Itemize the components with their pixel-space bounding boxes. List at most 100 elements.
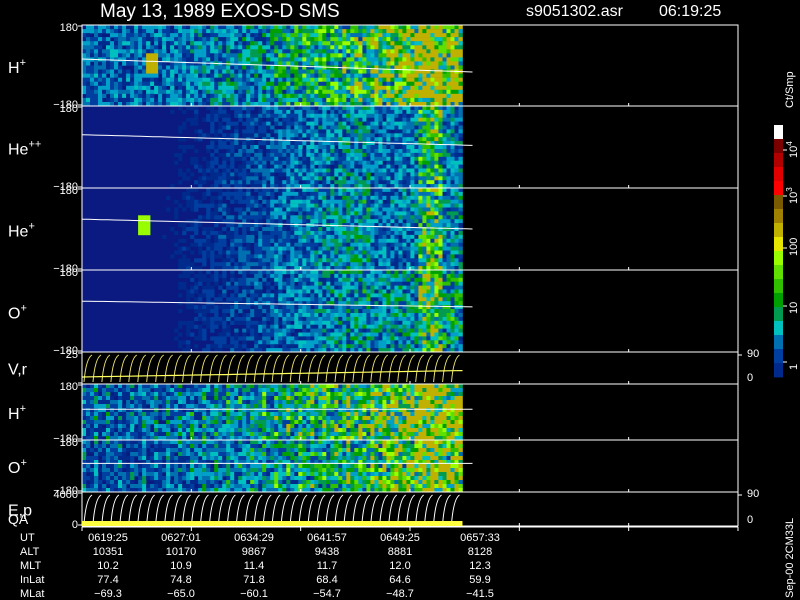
spectrogram-cell [330,254,335,259]
spectrogram-cell [362,258,367,263]
spectrogram-cell [82,81,87,86]
spectrogram-cell [258,149,263,154]
spectrogram-cell [210,262,215,267]
spectrogram-cell [246,320,251,325]
spectrogram-cell [350,172,355,177]
spectrogram-cell [446,203,451,208]
spectrogram-cell [226,152,231,158]
spectrogram-cell [422,25,427,30]
spectrogram-cell [190,234,195,240]
spectrogram-cell [362,207,367,212]
spectrogram-cell [214,89,219,95]
spectrogram-cell [410,125,415,130]
spectrogram-cell [282,141,287,146]
spectrogram-cell [374,238,379,243]
spectrogram-cell [262,199,267,204]
spectrogram-cell [262,164,267,169]
spectrogram-cell [210,89,215,95]
spectrogram-cell [430,164,435,169]
spectrogram-cell [242,207,247,212]
spectrogram-cell [454,125,459,130]
spectrogram-cell [326,113,331,118]
spectrogram-cell [146,45,151,50]
spectrogram-cell [382,69,387,74]
spectrogram-cell [430,85,435,91]
spectrogram-cell [346,61,351,66]
spectrogram-cell [266,85,271,91]
spectrogram-cell [218,336,223,341]
spectrogram-cell [238,106,243,111]
spectrogram-cell [210,145,215,150]
spectrogram-cell [370,89,375,95]
spectrogram-cell [238,262,243,267]
spectrogram-cell [338,164,343,169]
spectrogram-cell [86,85,91,91]
spectrogram-cell [254,199,259,204]
spectrogram-cell [202,69,207,74]
spectrogram-cell [150,33,155,38]
spectrogram-cell [106,97,111,103]
spectrogram-cell [326,188,331,193]
spectrogram-cell [450,203,455,208]
spectrogram-cell [206,231,211,236]
spectrogram-cell [210,328,215,333]
spectrogram-cell [258,219,263,224]
spectrogram-cell [242,231,247,236]
spectrogram-cell [214,69,219,74]
spectrogram-cell [330,29,335,34]
spectrogram-cell [258,29,263,34]
spectrogram-cell [210,316,215,322]
spectrogram-cell [162,73,167,78]
spectrogram-cell [294,250,299,255]
spectrogram-cell [202,227,207,232]
spectrogram-cell [82,45,87,50]
spectrogram-cell [82,53,87,58]
spectrogram-cell [346,129,351,134]
spectrogram-cell [350,211,355,216]
spectrogram-cell [278,227,283,232]
spectrogram-cell [262,234,267,240]
spectrogram-cell [118,33,123,38]
spectrogram-cell [342,258,347,263]
spectrogram-cell [458,65,463,70]
spectrogram-cell [418,172,423,177]
spectrogram-cell [418,180,423,185]
spectrogram-cell [214,215,219,220]
spectrogram-cell [342,113,347,118]
spectrogram-cell [290,277,295,282]
spectrogram-cell [190,117,195,122]
spectrogram-cell [238,89,243,95]
spectrogram-cell [226,97,231,103]
spectrogram-cell [346,168,351,173]
spectrogram-cell [206,133,211,138]
spectrogram-cell [342,262,347,267]
spectrogram-cell [190,270,195,275]
spectrogram-cell [406,215,411,220]
spectrogram-cell [334,106,339,111]
spectrogram-cell [198,313,203,318]
spectrogram-cell [242,81,247,86]
spectrogram-cell [386,117,391,122]
spectrogram-cell [398,211,403,216]
spectrogram-cell [242,297,247,302]
spectrogram-cell [398,242,403,247]
spectrogram-cell [246,313,251,318]
spectrogram-cell [314,160,319,165]
spectrogram-cell [334,61,339,66]
spectrogram-cell [246,188,251,193]
spectrogram-cell [230,57,235,62]
spectrogram-cell [202,156,207,161]
spectrogram-cell [98,81,103,86]
spectrogram-cell [242,113,247,118]
spectrogram-cell [286,81,291,86]
spectrogram-cell [254,320,259,325]
spectrogram-cell [222,137,227,142]
spectrogram-cell [174,211,179,216]
spectrogram-cell [378,207,383,212]
spectrogram-cell [270,41,275,46]
spectrogram-cell [326,137,331,142]
spectrogram-cell [358,106,363,111]
spectrogram-cell [438,125,443,130]
spectrogram-cell [250,262,255,267]
spectrogram-cell [230,81,235,86]
